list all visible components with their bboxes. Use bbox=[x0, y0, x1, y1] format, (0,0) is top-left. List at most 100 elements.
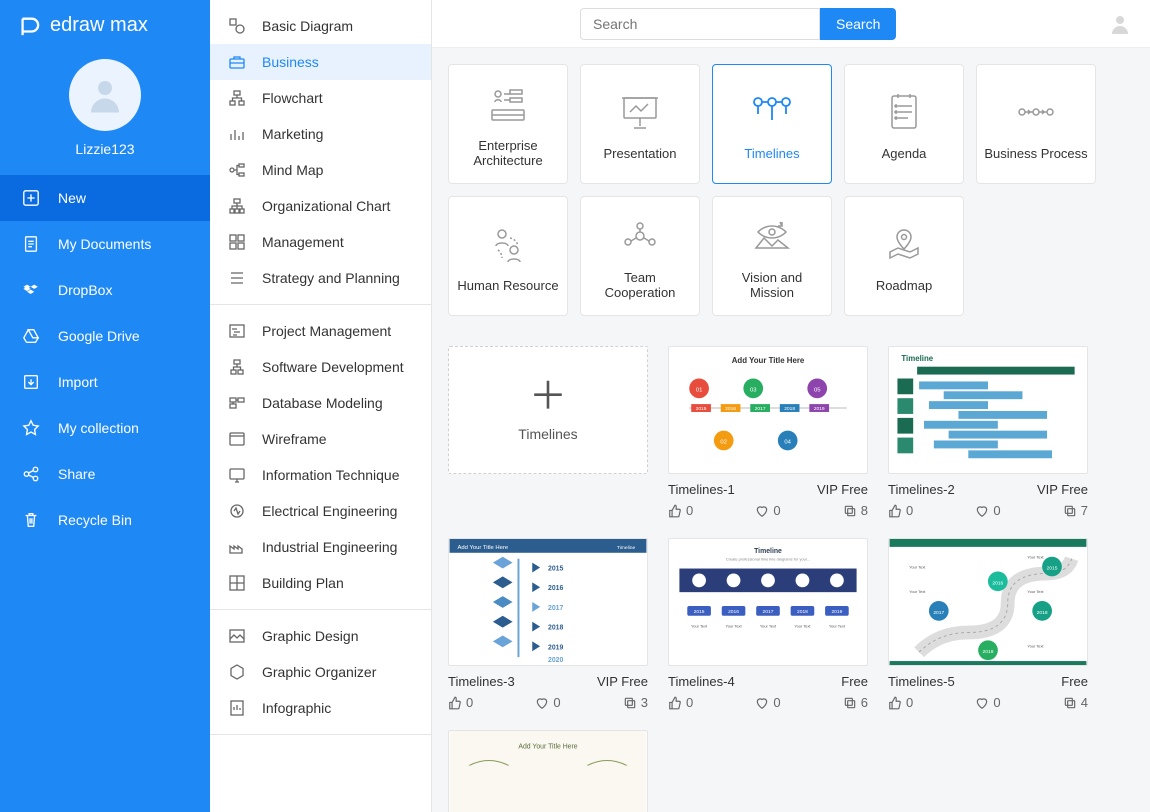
template-timelines-4[interactable]: Timeline Create professional time line d… bbox=[668, 538, 868, 710]
roadmap-icon bbox=[880, 220, 928, 268]
category-mind-map[interactable]: Mind Map bbox=[210, 152, 431, 188]
sidebar-item-dropbox[interactable]: DropBox bbox=[0, 267, 210, 313]
import-icon bbox=[22, 373, 40, 391]
svg-text:Your Text: Your Text bbox=[1027, 643, 1044, 648]
svg-text:Your Text: Your Text bbox=[725, 624, 742, 629]
svg-text:03: 03 bbox=[750, 387, 757, 393]
plus-box-icon bbox=[22, 189, 40, 207]
svg-text:2017: 2017 bbox=[933, 610, 944, 616]
team-icon bbox=[616, 212, 664, 260]
subcat-roadmap[interactable]: Roadmap bbox=[844, 196, 964, 316]
fav-stat[interactable]: 0 bbox=[755, 695, 780, 710]
category-database[interactable]: Database Modeling bbox=[210, 385, 431, 421]
copy-stat[interactable]: 6 bbox=[843, 695, 868, 710]
factory-icon bbox=[228, 538, 246, 556]
svg-text:05: 05 bbox=[814, 387, 821, 393]
subcat-agenda[interactable]: Agenda bbox=[844, 64, 964, 184]
grid-icon bbox=[228, 233, 246, 251]
svg-text:2018: 2018 bbox=[784, 406, 795, 412]
like-stat[interactable]: 0 bbox=[668, 503, 693, 518]
search-input[interactable] bbox=[580, 8, 820, 40]
subcat-timelines[interactable]: Timelines bbox=[712, 64, 832, 184]
template-timelines-2[interactable]: Timeline bbox=[888, 346, 1088, 518]
category-electrical[interactable]: Electrical Engineering bbox=[210, 493, 431, 529]
svg-text:Your Text: Your Text bbox=[909, 565, 926, 570]
tree-icon bbox=[228, 358, 246, 376]
image-icon bbox=[228, 627, 246, 645]
svg-text:2017: 2017 bbox=[548, 605, 563, 612]
svg-text:2018: 2018 bbox=[1037, 610, 1048, 616]
fav-stat[interactable]: 0 bbox=[975, 503, 1000, 518]
svg-text:Timeline: Timeline bbox=[754, 548, 782, 555]
svg-text:2015: 2015 bbox=[548, 566, 563, 573]
user-profile[interactable]: Lizzie123 bbox=[0, 51, 210, 175]
template-blank[interactable]: ＋ Timelines bbox=[448, 346, 648, 518]
category-basic-diagram[interactable]: Basic Diagram bbox=[210, 8, 431, 44]
copy-stat[interactable]: 3 bbox=[623, 695, 648, 710]
circuit-icon bbox=[228, 502, 246, 520]
plus-icon: ＋ bbox=[529, 378, 567, 416]
like-stat[interactable]: 0 bbox=[888, 695, 913, 710]
like-stat[interactable]: 0 bbox=[668, 695, 693, 710]
template-timelines-1[interactable]: Add Your Title Here 01 03 05 2015 2016 2… bbox=[668, 346, 868, 518]
category-graphic-organizer[interactable]: Graphic Organizer bbox=[210, 654, 431, 690]
category-software-dev[interactable]: Software Development bbox=[210, 349, 431, 385]
fav-stat[interactable]: 0 bbox=[975, 695, 1000, 710]
svg-text:Your Text: Your Text bbox=[794, 624, 811, 629]
fav-stat[interactable]: 0 bbox=[755, 503, 780, 518]
subcat-team-cooperation[interactable]: Team Cooperation bbox=[580, 196, 700, 316]
avatar bbox=[69, 59, 141, 131]
category-graphic-design[interactable]: Graphic Design bbox=[210, 618, 431, 654]
flowchart-icon bbox=[228, 89, 246, 107]
app-logo: edraw max bbox=[0, 0, 210, 51]
category-marketing[interactable]: Marketing bbox=[210, 116, 431, 152]
category-industrial[interactable]: Industrial Engineering bbox=[210, 529, 431, 565]
category-org-chart[interactable]: Organizational Chart bbox=[210, 188, 431, 224]
like-stat[interactable]: 0 bbox=[888, 503, 913, 518]
category-strategy[interactable]: Strategy and Planning bbox=[210, 260, 431, 296]
svg-text:Your Text: Your Text bbox=[760, 624, 777, 629]
svg-text:2015: 2015 bbox=[694, 609, 705, 615]
sidebar-item-google-drive[interactable]: Google Drive bbox=[0, 313, 210, 359]
subcat-business-process[interactable]: Business Process bbox=[976, 64, 1096, 184]
sidebar-item-my-collection[interactable]: My collection bbox=[0, 405, 210, 451]
sidebar-item-my-documents[interactable]: My Documents bbox=[0, 221, 210, 267]
thumb-timeline-2: Timeline bbox=[889, 347, 1087, 473]
category-flowchart[interactable]: Flowchart bbox=[210, 80, 431, 116]
svg-text:Your Text: Your Text bbox=[829, 624, 846, 629]
shapes-icon bbox=[228, 17, 246, 35]
search-button[interactable]: Search bbox=[820, 8, 896, 40]
template-timelines-5[interactable]: 2019 2017 2018 2016 2015 Your Text Your … bbox=[888, 538, 1088, 710]
sidebar-item-share[interactable]: Share bbox=[0, 451, 210, 497]
category-business[interactable]: Business bbox=[210, 44, 431, 80]
svg-text:Your Text: Your Text bbox=[1027, 555, 1044, 560]
process-icon bbox=[1012, 88, 1060, 136]
user-avatar-icon[interactable] bbox=[1108, 12, 1132, 36]
category-wireframe[interactable]: Wireframe bbox=[210, 421, 431, 457]
category-management[interactable]: Management bbox=[210, 224, 431, 260]
category-info-tech[interactable]: Information Technique bbox=[210, 457, 431, 493]
enterprise-icon bbox=[484, 80, 532, 128]
sidebar-item-import[interactable]: Import bbox=[0, 359, 210, 405]
sidebar-item-new[interactable]: New bbox=[0, 175, 210, 221]
template-timelines-3[interactable]: Add Your Title Here Timeline 2015 2016 2… bbox=[448, 538, 648, 710]
subcat-human-resource[interactable]: Human Resource bbox=[448, 196, 568, 316]
template-partial[interactable]: Add Your Title Here bbox=[448, 730, 648, 812]
category-building[interactable]: Building Plan bbox=[210, 565, 431, 601]
like-stat[interactable]: 0 bbox=[448, 695, 473, 710]
svg-text:Create professional time line: Create professional time line diagrams f… bbox=[726, 557, 810, 562]
copy-stat[interactable]: 8 bbox=[843, 503, 868, 518]
svg-text:2020: 2020 bbox=[548, 657, 563, 664]
subcat-vision-mission[interactable]: Vision and Mission bbox=[712, 196, 832, 316]
subcat-enterprise-architecture[interactable]: Enterprise Architecture bbox=[448, 64, 568, 184]
hexagon-icon bbox=[228, 663, 246, 681]
category-infographic[interactable]: Infographic bbox=[210, 690, 431, 726]
svg-text:2017: 2017 bbox=[763, 609, 774, 615]
subcat-presentation[interactable]: Presentation bbox=[580, 64, 700, 184]
fav-stat[interactable]: 0 bbox=[535, 695, 560, 710]
chart-icon bbox=[228, 699, 246, 717]
sidebar-item-recycle-bin[interactable]: Recycle Bin bbox=[0, 497, 210, 543]
copy-stat[interactable]: 4 bbox=[1063, 695, 1088, 710]
copy-stat[interactable]: 7 bbox=[1063, 503, 1088, 518]
category-project-management[interactable]: Project Management bbox=[210, 313, 431, 349]
